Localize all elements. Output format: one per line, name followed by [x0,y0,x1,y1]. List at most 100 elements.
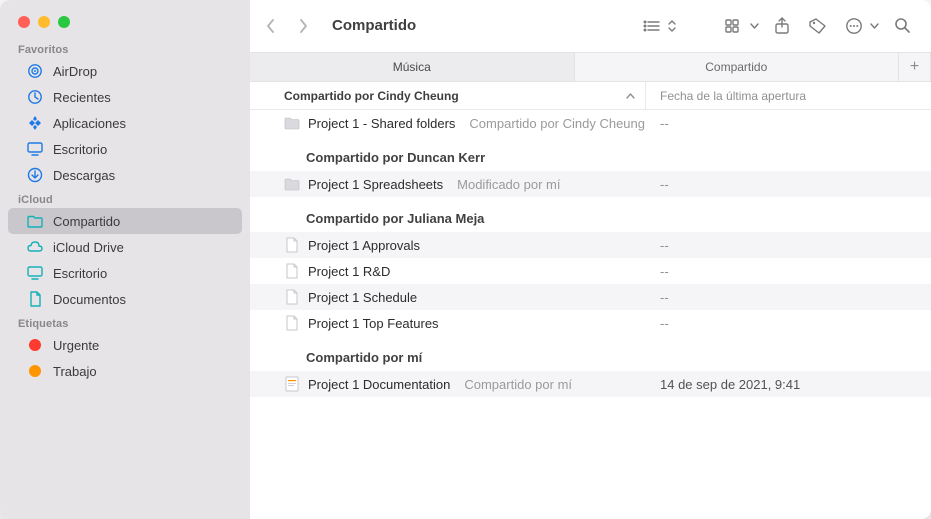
tags-button[interactable] [803,13,833,39]
pages-icon [284,376,300,392]
forward-button[interactable] [290,13,316,39]
sidebar-item-label: Recientes [53,90,111,105]
group-by-button[interactable] [719,13,761,39]
shared-folder-icon [26,212,44,230]
view-mode-button[interactable] [637,13,679,39]
tab-label: Música [393,60,431,74]
window-controls [0,0,250,38]
file-row[interactable]: Project 1 Approvals -- [250,232,931,258]
file-name: Project 1 Schedule [308,290,417,305]
file-name: Project 1 - Shared folders [308,116,455,131]
minimize-button[interactable] [38,16,50,28]
group-header: Compartido por Juliana Meja [250,197,931,232]
sidebar-item-label: iCloud Drive [53,240,124,255]
add-tab-button[interactable]: + [899,53,931,81]
toolbar: Compartido [250,0,931,52]
file-list: Project 1 - Shared folders Compartido por… [250,110,931,519]
tag [26,336,44,354]
file-row[interactable]: Project 1 R&D -- [250,258,931,284]
download-icon [26,166,44,184]
sidebar-item-label: Urgente [53,338,99,353]
updown-icon [665,13,679,39]
sidebar-item-descargas[interactable]: Descargas [8,162,242,188]
desktop-icon [26,264,44,282]
doc-icon [284,263,300,279]
file-row[interactable]: Project 1 Spreadsheets Modificado por mí -… [250,171,931,197]
tab-musica[interactable]: Música [250,53,575,81]
chevron-down-icon [747,13,761,39]
plus-icon: + [910,58,919,76]
window-title: Compartido [332,17,416,34]
file-row[interactable]: Project 1 DocumentationCompartido por mí… [250,371,931,397]
sidebar-item-label: Escritorio [53,142,107,157]
finder-window: FavoritosAirDropRecientesAplicacionesEsc… [0,0,931,519]
column-date[interactable]: Fecha de la última apertura [646,89,931,103]
file-date: -- [646,264,931,279]
file-row[interactable]: Project 1 - Shared folders Compartido por… [250,110,931,136]
tab-bar: Música Compartido + [250,52,931,82]
sidebar-item-label: Trabajo [53,364,97,379]
sidebar-item-escritorio[interactable]: Escritorio [8,260,242,286]
sidebar-item-compartido[interactable]: Compartido [8,208,242,234]
sidebar-item-airdrop[interactable]: AirDrop [8,58,242,84]
sidebar-item-label: Descargas [53,168,115,183]
doc-icon [284,315,300,331]
file-date: -- [646,290,931,305]
sidebar-item-trabajo[interactable]: Trabajo [8,358,242,384]
file-name: Project 1 Approvals [308,238,420,253]
main-pane: Compartido [250,0,931,519]
airdrop-icon [26,62,44,80]
tab-label: Compartido [705,60,767,74]
ellipsis-circle-icon [839,13,869,39]
grid-icon [719,13,749,39]
sidebar-item-label: AirDrop [53,64,97,79]
file-name: Project 1 Spreadsheets [308,177,443,192]
sidebar-item-label: Aplicaciones [53,116,126,131]
tab-compartido[interactable]: Compartido [575,53,900,81]
sidebar-section-header: Etiquetas [0,312,250,332]
doc-icon [284,289,300,305]
tag [26,362,44,380]
sidebar-item-icloud-drive[interactable]: iCloud Drive [8,234,242,260]
file-date: 14 de sep de 2021, 9:41 [646,377,931,392]
sidebar-section-header: iCloud [0,188,250,208]
share-button[interactable] [767,13,797,39]
close-button[interactable] [18,16,30,28]
zoom-button[interactable] [58,16,70,28]
search-button[interactable] [887,13,917,39]
chevron-down-icon [867,13,881,39]
group-header: Compartido por Duncan Kerr [250,136,931,171]
column-name[interactable]: Compartido por Cindy Cheung [250,82,646,109]
clock-icon [26,88,44,106]
group-header: Compartido por mí [250,336,931,371]
more-button[interactable] [839,13,881,39]
sidebar-item-label: Escritorio [53,266,107,281]
sidebar-item-label: Compartido [53,214,120,229]
file-date: -- [646,116,931,131]
sidebar-item-escritorio[interactable]: Escritorio [8,136,242,162]
sidebar-item-urgente[interactable]: Urgente [8,332,242,358]
list-view-icon [637,13,667,39]
document-icon [26,290,44,308]
file-name: Project 1 Top Features [308,316,439,331]
desktop-icon [26,140,44,158]
file-meta: Compartido por Cindy Cheung [469,116,645,131]
sidebar-item-recientes[interactable]: Recientes [8,84,242,110]
column-headers: Compartido por Cindy Cheung Fecha de la … [250,82,931,110]
file-date: -- [646,238,931,253]
sidebar-item-label: Documentos [53,292,126,307]
file-meta: Modificado por mí [457,177,560,192]
file-row[interactable]: Project 1 Schedule -- [250,284,931,310]
sidebar-item-documentos[interactable]: Documentos [8,286,242,312]
cloud-icon [26,238,44,256]
doc-icon [284,237,300,253]
sort-asc-icon [626,93,635,99]
file-name: Project 1 R&D [308,264,390,279]
sidebar-item-aplicaciones[interactable]: Aplicaciones [8,110,242,136]
file-date: -- [646,316,931,331]
apps-icon [26,114,44,132]
back-button[interactable] [258,13,284,39]
file-date: -- [646,177,931,192]
file-row[interactable]: Project 1 Top Features -- [250,310,931,336]
folder-icon [284,176,300,192]
